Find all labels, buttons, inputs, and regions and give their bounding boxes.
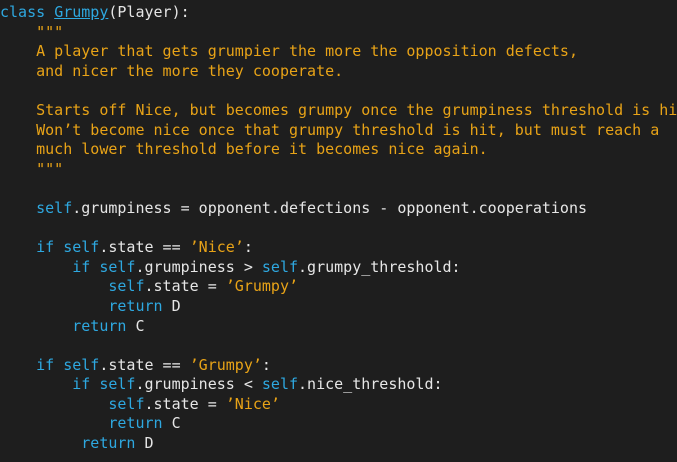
code-token: .state = (144, 394, 226, 413)
code-token: .state == (99, 238, 190, 257)
code-line: """ (0, 160, 677, 180)
code-line: if self.grumpiness < self.nice_threshold… (0, 375, 677, 395)
keyword-token: if (36, 238, 55, 257)
string-token: ’Nice’ (225, 394, 280, 413)
code-line: Won’t become nice once that grumpy thres… (0, 121, 677, 141)
code-line: if self.grumpiness > self.grumpy_thresho… (0, 258, 677, 278)
string-token: Starts off Nice, but becomes grumpy once… (36, 100, 677, 119)
code-token: D (162, 296, 181, 315)
code-token: C (126, 316, 145, 335)
string-token: """ (36, 22, 64, 41)
code-line: and nicer the more they cooperate. (0, 62, 677, 82)
string-token: ’Grumpy’ (225, 277, 299, 296)
code-line: Starts off Nice, but becomes grumpy once… (0, 101, 677, 121)
string-token: and nicer the more they cooperate. (36, 61, 344, 80)
keyword-token: if (72, 257, 91, 276)
code-token: .state == (99, 355, 190, 374)
self-token: self (108, 277, 145, 296)
code-token: : (261, 355, 271, 374)
keyword-token: return (108, 296, 163, 315)
code-line: if self.state == ’Grumpy’: (0, 356, 677, 376)
code-line: much lower threshold before it becomes n… (0, 140, 677, 160)
code-token: .grumpiness < (135, 375, 262, 394)
string-token: Won’t become nice once that grumpy thres… (36, 120, 660, 139)
self-token: self (261, 375, 299, 394)
string-token: ’Nice’ (189, 238, 244, 257)
self-token: self (36, 198, 73, 217)
string-token: much lower threshold before it becomes n… (36, 140, 488, 159)
string-token: """ (36, 159, 64, 178)
keyword-token: class (0, 3, 46, 21)
code-line: ​ (0, 336, 677, 356)
self-token: self (108, 394, 145, 413)
keyword-token: if (36, 355, 55, 374)
code-token: (Player): (108, 3, 190, 21)
code-line: self.state = ’Nice’ (0, 395, 677, 415)
keyword-token: return (108, 414, 163, 433)
keyword-token: if (72, 375, 91, 394)
code-line: """ (0, 23, 677, 43)
code-token: .grumpy_threshold: (298, 257, 461, 276)
code-line: class Grumpy(Player): (0, 3, 677, 23)
class-name-token: Grumpy (54, 3, 109, 21)
code-line: return D (0, 297, 677, 317)
self-token: self (261, 257, 299, 276)
code-token: D (135, 434, 154, 453)
code-token: : (243, 238, 253, 257)
code-token: .grumpiness = opponent.defections - oppo… (72, 198, 588, 217)
self-token: self (99, 375, 136, 394)
code-token: .nice_threshold: (298, 375, 443, 394)
code-line: ​ (0, 219, 677, 239)
code-token: .grumpiness > (135, 257, 262, 276)
code-line: ​ (0, 179, 677, 199)
code-line: return C (0, 317, 677, 337)
code-token: .state = (144, 277, 226, 296)
code-editor[interactable]: class Grumpy(Player): """ A player that … (0, 0, 677, 462)
code-line: ​ (0, 81, 677, 101)
self-token: self (63, 238, 100, 257)
keyword-token: return (72, 316, 127, 335)
code-line: self.grumpiness = opponent.defections - … (0, 199, 677, 219)
code-token: C (162, 414, 181, 433)
string-token: ’Grumpy’ (189, 355, 262, 374)
code-line: self.state = ’Grumpy’ (0, 277, 677, 297)
code-line: if self.state == ’Nice’: (0, 238, 677, 258)
keyword-token: return (81, 434, 136, 453)
string-token: A player that gets grumpier the more the… (36, 42, 578, 61)
self-token: self (99, 257, 136, 276)
code-line: return C (0, 414, 677, 434)
self-token: self (63, 355, 100, 374)
code-line: return D (0, 434, 677, 454)
code-line: A player that gets grumpier the more the… (0, 42, 677, 62)
